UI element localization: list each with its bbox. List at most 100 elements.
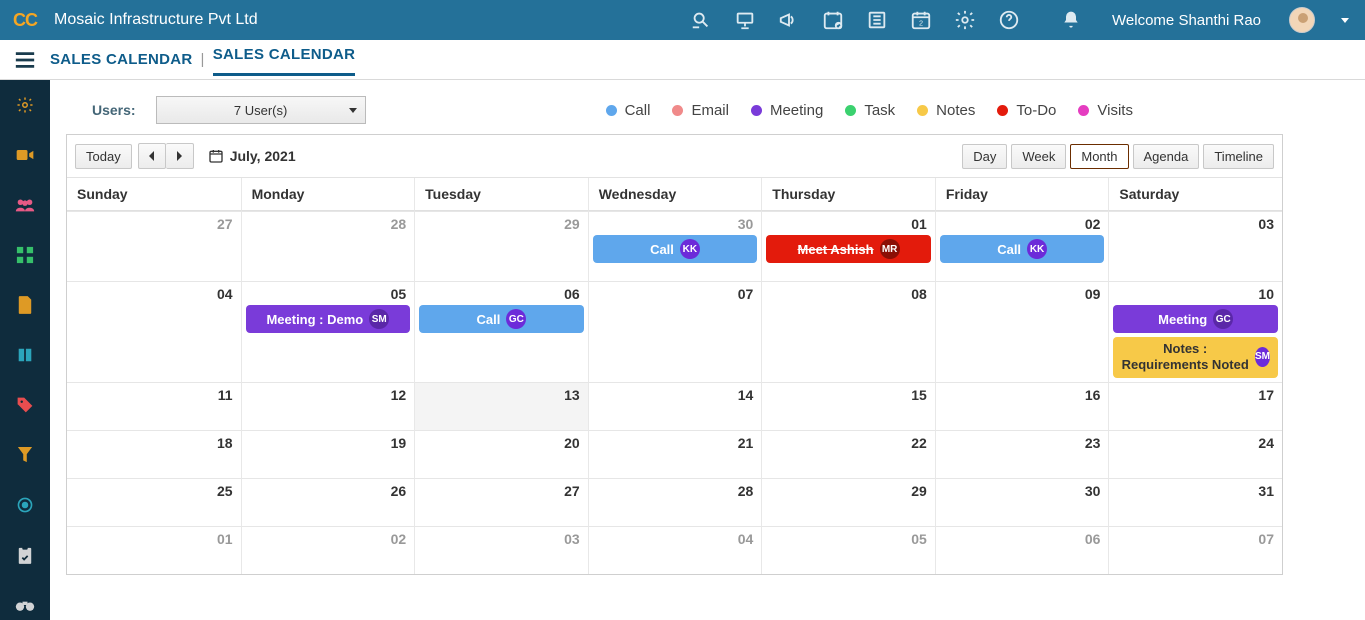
- event-meeting[interactable]: MeetingGC: [1113, 305, 1278, 333]
- calendar-cell[interactable]: 15: [761, 382, 935, 430]
- calendar-cell[interactable]: 21: [588, 430, 762, 478]
- calendar-cell[interactable]: 28: [241, 211, 415, 281]
- period-label[interactable]: July, 2021: [208, 148, 296, 164]
- calendar-cell[interactable]: 26: [241, 478, 415, 526]
- calendar-cell[interactable]: 31: [1108, 478, 1282, 526]
- date-number: 21: [738, 435, 754, 451]
- event-owner-badge: SM: [1255, 347, 1270, 367]
- date-number: 03: [1258, 216, 1274, 232]
- calendar-cell[interactable]: 02: [241, 526, 415, 574]
- calendar-cell[interactable]: 04: [67, 281, 241, 382]
- view-timeline-button[interactable]: Timeline: [1203, 144, 1274, 169]
- calendar: Today July, 2021 DayWeekMonthAgendaTimel…: [66, 134, 1283, 575]
- sidebar-target-icon[interactable]: [14, 494, 36, 516]
- search-scope-icon[interactable]: [690, 9, 712, 31]
- calendar-cell[interactable]: 07: [588, 281, 762, 382]
- calendar-cell[interactable]: 20: [414, 430, 588, 478]
- presentation-icon[interactable]: [734, 9, 756, 31]
- view-month-button[interactable]: Month: [1070, 144, 1128, 169]
- event-todo[interactable]: Meet AshishMR: [766, 235, 931, 263]
- sidebar-tag-icon[interactable]: [14, 394, 36, 416]
- calendar-cell[interactable]: 03: [414, 526, 588, 574]
- legend-item[interactable]: Email: [672, 102, 729, 119]
- megaphone-icon[interactable]: [778, 9, 800, 31]
- event-owner-badge: GC: [506, 309, 526, 329]
- date-number: 13: [564, 387, 580, 403]
- calendar-cell[interactable]: 29: [414, 211, 588, 281]
- calendar-cell[interactable]: 04: [588, 526, 762, 574]
- bell-icon[interactable]: [1060, 9, 1082, 31]
- calendar-cell[interactable]: 01: [67, 526, 241, 574]
- event-meeting[interactable]: Meeting : DemoSM: [246, 305, 411, 333]
- calendar-cell[interactable]: 22: [761, 430, 935, 478]
- event-notes[interactable]: Notes : Requirements Noted SM: [1113, 337, 1278, 378]
- calendar-cell[interactable]: 10 MeetingGC Notes : Requirements Noted SM: [1108, 281, 1282, 382]
- calendar-cell[interactable]: 16: [935, 382, 1109, 430]
- calendar-cell[interactable]: 09: [935, 281, 1109, 382]
- calendar-cell[interactable]: 02 CallKK: [935, 211, 1109, 281]
- calendar-cell[interactable]: 13: [414, 382, 588, 430]
- user-menu-caret-icon[interactable]: [1341, 18, 1349, 23]
- sidebar-gear-icon[interactable]: [14, 94, 36, 116]
- day-header: Sunday: [67, 178, 241, 211]
- calendar-check-icon[interactable]: [822, 9, 844, 31]
- users-select[interactable]: 7 User(s): [156, 96, 366, 124]
- sidebar-note-icon[interactable]: [14, 294, 36, 316]
- legend-item[interactable]: Call: [606, 102, 651, 119]
- date-number: 10: [1258, 286, 1274, 302]
- event-call[interactable]: CallKK: [940, 235, 1105, 263]
- calendar-cell[interactable]: 06CallGC: [414, 281, 588, 382]
- calendar-cell[interactable]: 27: [414, 478, 588, 526]
- calendar-cell[interactable]: 19: [241, 430, 415, 478]
- legend-item[interactable]: Task: [845, 102, 895, 119]
- calendar-cell[interactable]: 17: [1108, 382, 1282, 430]
- legend-item[interactable]: Meeting: [751, 102, 823, 119]
- calendar-cell[interactable]: 07: [1108, 526, 1282, 574]
- calendar-cell[interactable]: 25: [67, 478, 241, 526]
- today-button[interactable]: Today: [75, 144, 132, 169]
- legend-item[interactable]: Notes: [917, 102, 975, 119]
- sidebar-book-icon[interactable]: [14, 344, 36, 366]
- sidebar-filter-icon[interactable]: [14, 444, 36, 466]
- gear-icon[interactable]: [954, 9, 976, 31]
- event-call[interactable]: CallGC: [419, 305, 584, 333]
- date-number: 02: [1085, 216, 1101, 232]
- calendar-cell[interactable]: 23: [935, 430, 1109, 478]
- view-week-button[interactable]: Week: [1011, 144, 1066, 169]
- prev-button[interactable]: [138, 143, 166, 169]
- calendar-cell[interactable]: 18: [67, 430, 241, 478]
- calendar-cell[interactable]: 30: [935, 478, 1109, 526]
- calendar-cell[interactable]: 14: [588, 382, 762, 430]
- calendar-cell[interactable]: 30CallKK: [588, 211, 762, 281]
- calendar-cell[interactable]: 24: [1108, 430, 1282, 478]
- help-icon[interactable]: [998, 9, 1020, 31]
- calendar-cell[interactable]: 06: [935, 526, 1109, 574]
- hamburger-button[interactable]: [0, 51, 50, 69]
- calendar-cell[interactable]: 29: [761, 478, 935, 526]
- event-call[interactable]: CallKK: [593, 235, 758, 263]
- breadcrumb-root[interactable]: SALES CALENDAR: [50, 51, 193, 68]
- list-icon[interactable]: [866, 9, 888, 31]
- view-day-button[interactable]: Day: [962, 144, 1007, 169]
- calendar-cell[interactable]: 05Meeting : DemoSM: [241, 281, 415, 382]
- calendar-cell[interactable]: 03: [1108, 211, 1282, 281]
- calendar-date-icon[interactable]: 2: [910, 9, 932, 31]
- sidebar-video-icon[interactable]: [14, 144, 36, 166]
- sidebar-grid-icon[interactable]: [14, 244, 36, 266]
- calendar-cell[interactable]: 27: [67, 211, 241, 281]
- calendar-cell[interactable]: 12: [241, 382, 415, 430]
- sidebar-binoculars-icon[interactable]: [14, 594, 36, 616]
- calendar-cell[interactable]: 01Meet AshishMR: [761, 211, 935, 281]
- sidebar-clipboard-icon[interactable]: [14, 544, 36, 566]
- sidebar-people-icon[interactable]: [14, 194, 36, 216]
- legend-item[interactable]: To-Do: [997, 102, 1056, 119]
- avatar[interactable]: [1289, 7, 1315, 33]
- legend-item[interactable]: Visits: [1078, 102, 1133, 119]
- calendar-cell[interactable]: 08: [761, 281, 935, 382]
- calendar-cell[interactable]: 11: [67, 382, 241, 430]
- view-agenda-button[interactable]: Agenda: [1133, 144, 1200, 169]
- date-number: 18: [217, 435, 233, 451]
- calendar-cell[interactable]: 28: [588, 478, 762, 526]
- calendar-cell[interactable]: 05: [761, 526, 935, 574]
- next-button[interactable]: [166, 143, 194, 169]
